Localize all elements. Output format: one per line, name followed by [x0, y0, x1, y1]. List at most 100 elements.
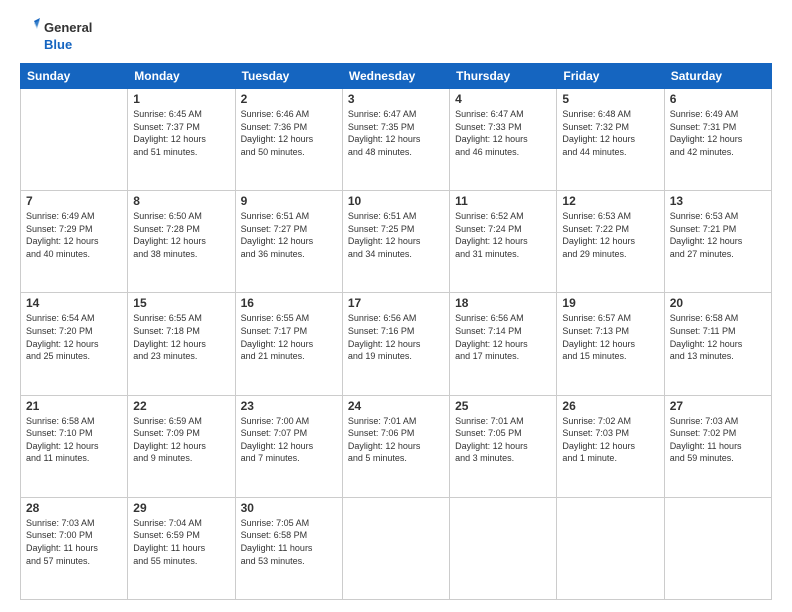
calendar-cell: 3 Sunrise: 6:47 AMSunset: 7:35 PMDaylight…	[342, 88, 449, 190]
day-number: 1	[133, 92, 229, 106]
weekday-header-saturday: Saturday	[664, 63, 771, 88]
cell-info: Sunrise: 6:50 AMSunset: 7:28 PMDaylight:…	[133, 210, 229, 260]
cell-info: Sunrise: 6:51 AMSunset: 7:25 PMDaylight:…	[348, 210, 444, 260]
week-row-2: 7Sunrise: 6:49 AMSunset: 7:29 PMDaylight…	[21, 191, 772, 293]
calendar-cell: 29 Sunrise: 7:04 AMSunset: 6:59 PMDayligh…	[128, 497, 235, 599]
page: General Blue SundayMondayTuesdayWednesda…	[0, 0, 792, 612]
calendar-cell: 26 Sunrise: 7:02 AMSunset: 7:03 PMDayligh…	[557, 395, 664, 497]
day-number: 15	[133, 296, 229, 310]
cell-info: Sunrise: 6:52 AMSunset: 7:24 PMDaylight:…	[455, 210, 551, 260]
day-number: 20	[670, 296, 766, 310]
calendar-cell: 1 Sunrise: 6:45 AMSunset: 7:37 PMDaylight…	[128, 88, 235, 190]
calendar-cell: 25 Sunrise: 7:01 AMSunset: 7:05 PMDayligh…	[450, 395, 557, 497]
week-row-4: 21Sunrise: 6:58 AMSunset: 7:10 PMDayligh…	[21, 395, 772, 497]
day-number: 2	[241, 92, 337, 106]
calendar-cell	[21, 88, 128, 190]
cell-info: Sunrise: 7:01 AMSunset: 7:06 PMDaylight:…	[348, 415, 444, 465]
day-number: 28	[26, 501, 122, 515]
calendar-cell: 14 Sunrise: 6:54 AMSunset: 7:20 PMDayligh…	[21, 293, 128, 395]
day-number: 3	[348, 92, 444, 106]
cell-info: Sunrise: 6:57 AMSunset: 7:13 PMDaylight:…	[562, 312, 658, 362]
day-number: 12	[562, 194, 658, 208]
day-number: 14	[26, 296, 122, 310]
calendar-cell	[450, 497, 557, 599]
day-number: 19	[562, 296, 658, 310]
weekday-header-wednesday: Wednesday	[342, 63, 449, 88]
calendar-cell: 28 Sunrise: 7:03 AMSunset: 7:00 PMDayligh…	[21, 497, 128, 599]
cell-info: Sunrise: 7:03 AMSunset: 7:00 PMDaylight:…	[26, 517, 122, 567]
cell-info: Sunrise: 7:03 AMSunset: 7:02 PMDaylight:…	[670, 415, 766, 465]
week-row-3: 14 Sunrise: 6:54 AMSunset: 7:20 PMDayligh…	[21, 293, 772, 395]
calendar-cell: 7Sunrise: 6:49 AMSunset: 7:29 PMDaylight…	[21, 191, 128, 293]
week-row-1: 1 Sunrise: 6:45 AMSunset: 7:37 PMDaylight…	[21, 88, 772, 190]
cell-info: Sunrise: 6:55 AMSunset: 7:17 PMDaylight:…	[241, 312, 337, 362]
calendar-cell: 15Sunrise: 6:55 AMSunset: 7:18 PMDayligh…	[128, 293, 235, 395]
weekday-header-sunday: Sunday	[21, 63, 128, 88]
day-number: 17	[348, 296, 444, 310]
header: General Blue	[20, 18, 772, 53]
day-number: 7	[26, 194, 122, 208]
cell-info: Sunrise: 7:00 AMSunset: 7:07 PMDaylight:…	[241, 415, 337, 465]
weekday-header-friday: Friday	[557, 63, 664, 88]
calendar-cell: 24 Sunrise: 7:01 AMSunset: 7:06 PMDayligh…	[342, 395, 449, 497]
cell-info: Sunrise: 6:51 AMSunset: 7:27 PMDaylight:…	[241, 210, 337, 260]
logo-general-text: General	[44, 21, 92, 36]
day-number: 9	[241, 194, 337, 208]
day-number: 25	[455, 399, 551, 413]
logo-graphic-icon	[20, 18, 40, 38]
calendar-cell	[664, 497, 771, 599]
day-number: 26	[562, 399, 658, 413]
calendar-cell: 30Sunrise: 7:05 AMSunset: 6:58 PMDayligh…	[235, 497, 342, 599]
calendar-cell: 10 Sunrise: 6:51 AMSunset: 7:25 PMDayligh…	[342, 191, 449, 293]
calendar-cell: 2 Sunrise: 6:46 AMSunset: 7:36 PMDaylight…	[235, 88, 342, 190]
cell-info: Sunrise: 6:46 AMSunset: 7:36 PMDaylight:…	[241, 108, 337, 158]
calendar-cell: 4Sunrise: 6:47 AMSunset: 7:33 PMDaylight…	[450, 88, 557, 190]
day-number: 29	[133, 501, 229, 515]
cell-info: Sunrise: 6:56 AMSunset: 7:14 PMDaylight:…	[455, 312, 551, 362]
calendar-cell: 18 Sunrise: 6:56 AMSunset: 7:14 PMDayligh…	[450, 293, 557, 395]
cell-info: Sunrise: 6:58 AMSunset: 7:11 PMDaylight:…	[670, 312, 766, 362]
day-number: 8	[133, 194, 229, 208]
calendar-cell: 12 Sunrise: 6:53 AMSunset: 7:22 PMDayligh…	[557, 191, 664, 293]
cell-info: Sunrise: 7:04 AMSunset: 6:59 PMDaylight:…	[133, 517, 229, 567]
day-number: 4	[455, 92, 551, 106]
day-number: 16	[241, 296, 337, 310]
calendar-cell	[342, 497, 449, 599]
calendar-cell: 6Sunrise: 6:49 AMSunset: 7:31 PMDaylight…	[664, 88, 771, 190]
day-number: 24	[348, 399, 444, 413]
calendar-cell: 27Sunrise: 7:03 AMSunset: 7:02 PMDayligh…	[664, 395, 771, 497]
weekday-header-monday: Monday	[128, 63, 235, 88]
cell-info: Sunrise: 6:58 AMSunset: 7:10 PMDaylight:…	[26, 415, 122, 465]
weekday-header-tuesday: Tuesday	[235, 63, 342, 88]
calendar-cell: 22Sunrise: 6:59 AMSunset: 7:09 PMDayligh…	[128, 395, 235, 497]
day-number: 23	[241, 399, 337, 413]
logo-blue-text: Blue	[44, 38, 92, 53]
calendar-table: SundayMondayTuesdayWednesdayThursdayFrid…	[20, 63, 772, 600]
calendar-cell: 16 Sunrise: 6:55 AMSunset: 7:17 PMDayligh…	[235, 293, 342, 395]
cell-info: Sunrise: 6:53 AMSunset: 7:21 PMDaylight:…	[670, 210, 766, 260]
day-number: 6	[670, 92, 766, 106]
logo: General Blue	[20, 18, 92, 53]
calendar-cell: 8 Sunrise: 6:50 AMSunset: 7:28 PMDaylight…	[128, 191, 235, 293]
calendar-cell: 5Sunrise: 6:48 AMSunset: 7:32 PMDaylight…	[557, 88, 664, 190]
cell-info: Sunrise: 6:56 AMSunset: 7:16 PMDaylight:…	[348, 312, 444, 362]
cell-info: Sunrise: 7:01 AMSunset: 7:05 PMDaylight:…	[455, 415, 551, 465]
cell-info: Sunrise: 6:53 AMSunset: 7:22 PMDaylight:…	[562, 210, 658, 260]
calendar-cell: 17 Sunrise: 6:56 AMSunset: 7:16 PMDayligh…	[342, 293, 449, 395]
weekday-header-thursday: Thursday	[450, 63, 557, 88]
cell-info: Sunrise: 6:45 AMSunset: 7:37 PMDaylight:…	[133, 108, 229, 158]
calendar-cell: 21Sunrise: 6:58 AMSunset: 7:10 PMDayligh…	[21, 395, 128, 497]
cell-info: Sunrise: 6:47 AMSunset: 7:35 PMDaylight:…	[348, 108, 444, 158]
calendar-cell	[557, 497, 664, 599]
cell-info: Sunrise: 7:05 AMSunset: 6:58 PMDaylight:…	[241, 517, 337, 567]
day-number: 10	[348, 194, 444, 208]
cell-info: Sunrise: 6:54 AMSunset: 7:20 PMDaylight:…	[26, 312, 122, 362]
cell-info: Sunrise: 7:02 AMSunset: 7:03 PMDaylight:…	[562, 415, 658, 465]
calendar-cell: 9 Sunrise: 6:51 AMSunset: 7:27 PMDaylight…	[235, 191, 342, 293]
day-number: 18	[455, 296, 551, 310]
calendar-cell: 13 Sunrise: 6:53 AMSunset: 7:21 PMDayligh…	[664, 191, 771, 293]
day-number: 22	[133, 399, 229, 413]
day-number: 13	[670, 194, 766, 208]
day-number: 11	[455, 194, 551, 208]
calendar-cell: 19 Sunrise: 6:57 AMSunset: 7:13 PMDayligh…	[557, 293, 664, 395]
